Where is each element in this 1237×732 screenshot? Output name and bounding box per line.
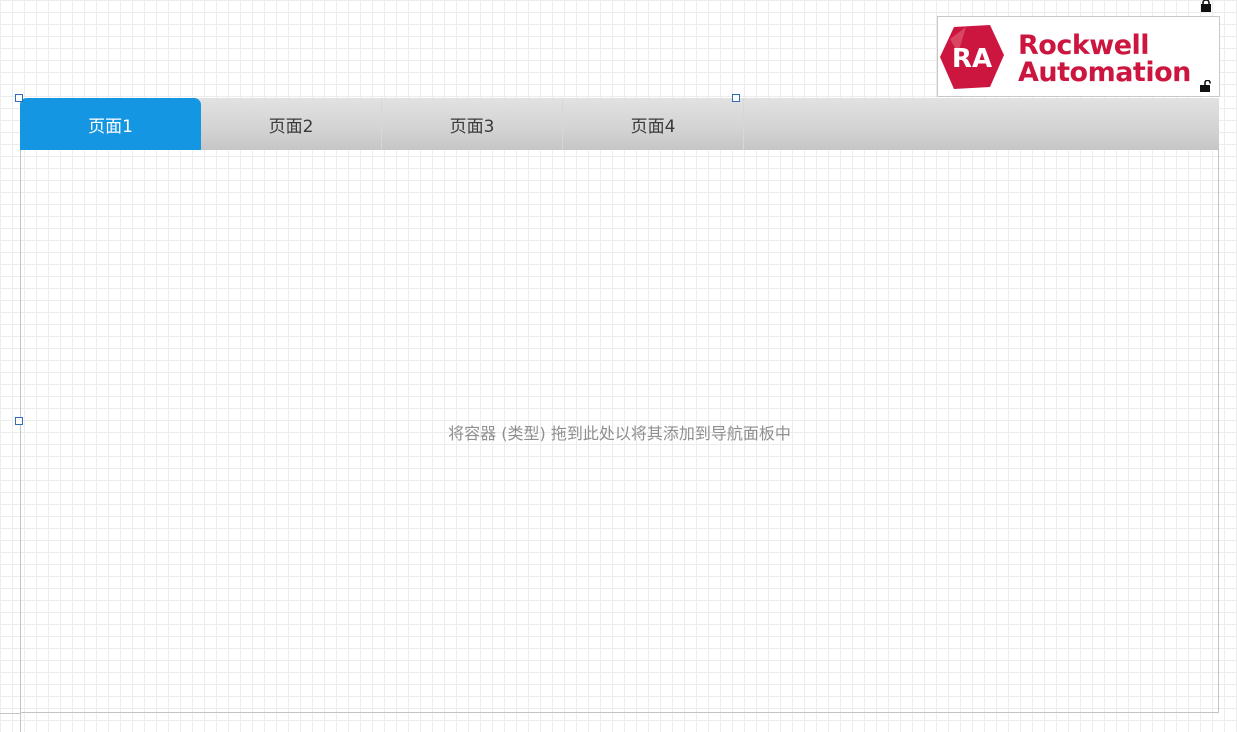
unlocked-lock-icon[interactable] bbox=[1199, 80, 1211, 92]
rockwell-automation-logo[interactable]: RA Rockwell Automation bbox=[937, 16, 1220, 97]
design-canvas[interactable]: RA Rockwell Automation 页面1 页面2 页面3 页面4 将… bbox=[0, 0, 1237, 732]
logo-line-1: Rockwell bbox=[1018, 30, 1150, 61]
logo-badge-text: RA bbox=[952, 44, 992, 74]
tab-bar: 页面1 页面2 页面3 页面4 bbox=[20, 98, 1219, 150]
resize-handle-middle-left[interactable] bbox=[15, 417, 23, 425]
navigation-panel[interactable] bbox=[20, 98, 1219, 713]
divider-line bbox=[0, 713, 20, 714]
lock-icon[interactable] bbox=[1200, 0, 1212, 12]
tab-page-3[interactable]: 页面3 bbox=[382, 98, 563, 150]
resize-handle-top-left[interactable] bbox=[15, 94, 23, 102]
tab-page-2[interactable]: 页面2 bbox=[201, 98, 382, 150]
drop-placeholder-text: 将容器 (类型) 拖到此处以将其添加到导航面板中 bbox=[448, 424, 791, 443]
logo-line-2: Automation bbox=[1018, 57, 1191, 88]
resize-handle-top-middle[interactable] bbox=[732, 94, 740, 102]
tab-page-1[interactable]: 页面1 bbox=[20, 98, 201, 150]
divider-line-vertical bbox=[20, 713, 21, 732]
tab-page-4[interactable]: 页面4 bbox=[563, 98, 744, 150]
